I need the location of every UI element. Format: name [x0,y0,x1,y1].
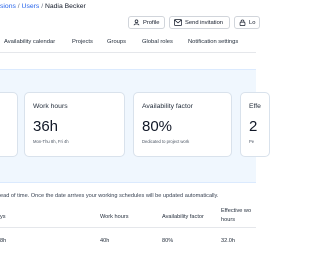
schedule-note: ead of time. Once the date arrives your … [0,193,219,199]
cell-days: 8h [0,238,7,244]
effective-hours-value: 2 [249,118,258,135]
breadcrumb-link-users[interactable]: Users [22,3,40,10]
tab-global-roles[interactable]: Global roles [142,39,173,45]
availability-factor-sub: Dedicated to project work [142,139,190,144]
lock-icon [239,19,246,26]
column-header-effective-hours: Effective wo [221,208,252,214]
cell-work-hours: 40h [100,238,110,244]
availability-factor-card: Availability factor 80% Dedicated to pro… [133,92,232,157]
work-hours-label: Work hours [33,103,68,110]
work-hours-value: 36h [33,118,59,135]
envelope-icon [174,19,182,26]
tab-bar: Availability calendar Projects Groups Gl… [0,32,256,53]
send-invitation-button[interactable]: Send invitation [169,16,230,29]
breadcrumb: sions / Users / Nadia Becker [0,3,86,10]
breadcrumb-link-permissions[interactable]: sions [0,3,16,10]
user-icon [133,19,140,26]
breadcrumb-separator: / [17,3,20,10]
tab-availability-calendar[interactable]: Availability calendar [4,39,55,45]
cell-availability-factor: 80% [162,238,174,244]
tab-groups[interactable]: Groups [107,39,126,45]
breadcrumb-current: Nadia Becker [44,3,86,10]
breadcrumb-separator: / [41,3,44,10]
effective-hours-sub: Pe [249,139,255,144]
column-header-availability-factor: Availability factor [162,214,204,220]
column-header-days: ys [0,214,6,220]
table-row: 8h 40h 80% 32.0h [0,232,256,256]
profile-button[interactable]: Profile [128,16,165,29]
lock-button-label: Lo [249,19,256,26]
work-hours-card: Work hours 36h Mon-Thu 8h, Fri 4h [24,92,125,157]
tab-projects[interactable]: Projects [72,39,93,45]
availability-factor-value: 80% [142,118,173,135]
table-header: ys Work hours Availability factor Effect… [0,205,256,228]
summary-card-partial [0,92,18,157]
lock-button[interactable]: Lo [234,16,260,29]
availability-factor-label: Availability factor [142,103,193,110]
work-hours-sub: Mon-Thu 8h, Fri 4h [33,139,69,144]
send-invitation-button-label: Send invitation [185,19,224,26]
column-header-work-hours: Work hours [100,214,129,220]
column-header-effective-hours-line2: hours [221,217,235,223]
profile-button-label: Profile [143,19,160,26]
cell-effective-hours: 32.0h [221,238,235,244]
effective-hours-label: Effe [249,103,261,110]
effective-hours-card: Effe 2 Pe [240,92,270,157]
tab-notification-settings[interactable]: Notification settings [188,39,238,45]
